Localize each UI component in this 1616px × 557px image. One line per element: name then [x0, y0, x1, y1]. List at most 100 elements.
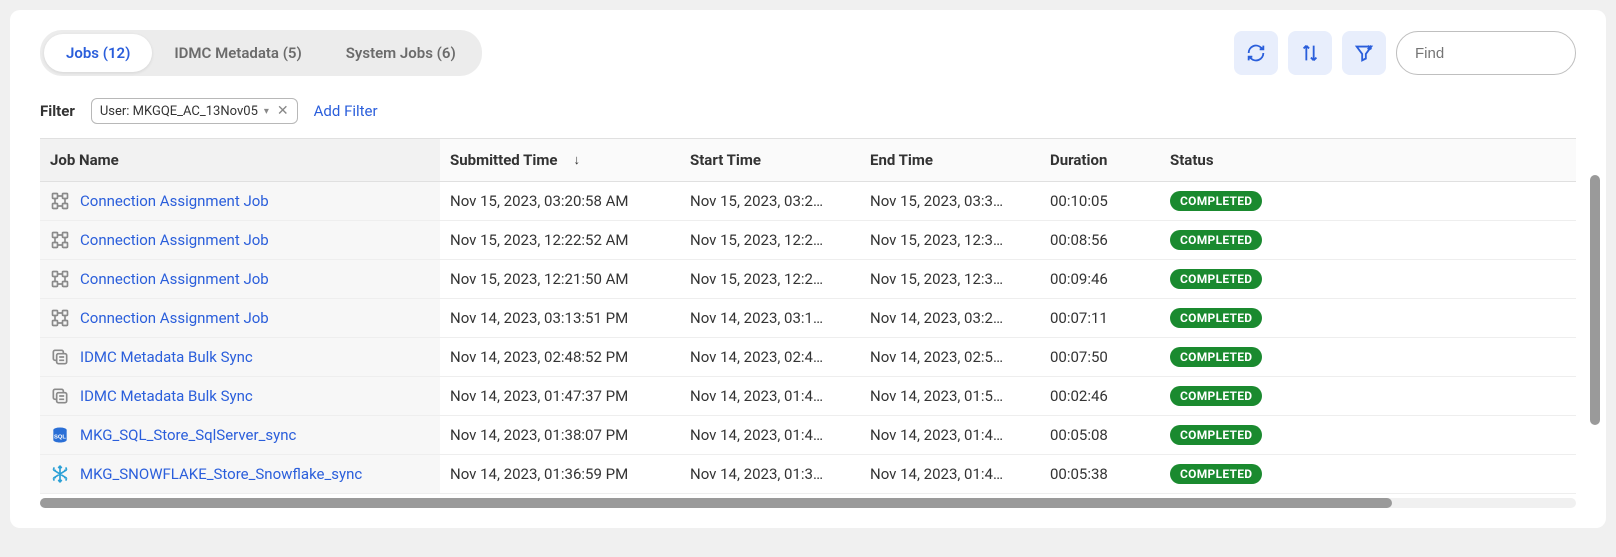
sort-button[interactable] — [1288, 31, 1332, 75]
tab-system-jobs[interactable]: System Jobs (6) — [324, 34, 478, 72]
table-row: Connection Assignment Job Nov 14, 2023, 0… — [40, 299, 1576, 338]
job-type-icon — [50, 269, 70, 289]
status-badge: COMPLETED — [1170, 347, 1262, 367]
cell-start-time: Nov 15, 2023, 12:2… — [680, 222, 860, 258]
cell-end-time: Nov 15, 2023, 03:3… — [860, 183, 1040, 219]
cell-end-time: Nov 14, 2023, 01:4… — [860, 417, 1040, 453]
cell-status: COMPLETED — [1160, 377, 1380, 415]
cell-job-name: IDMC Metadata Bulk Sync — [40, 377, 440, 415]
cell-submitted-time: Nov 15, 2023, 03:20:58 AM — [440, 183, 680, 219]
cell-submitted-time: Nov 14, 2023, 01:47:37 PM — [440, 378, 680, 414]
cell-duration: 00:02:46 — [1040, 378, 1160, 414]
cell-job-name: MKG_SNOWFLAKE_Store_Snowflake_sync — [40, 455, 440, 493]
cell-job-name: Connection Assignment Job — [40, 221, 440, 259]
sort-updown-icon — [1299, 42, 1321, 64]
cell-submitted-time: Nov 14, 2023, 02:48:52 PM — [440, 339, 680, 375]
refresh-icon — [1245, 42, 1267, 64]
col-header-submitted-label: Submitted Time — [450, 151, 557, 169]
cell-start-time: Nov 14, 2023, 03:1… — [680, 300, 860, 336]
jobs-table: Job Name Submitted Time ↓ Start Time End… — [40, 138, 1576, 494]
status-badge: COMPLETED — [1170, 425, 1262, 445]
cell-end-time: Nov 14, 2023, 01:4… — [860, 456, 1040, 492]
table-row: IDMC Metadata Bulk Sync Nov 14, 2023, 01:… — [40, 377, 1576, 416]
refresh-button[interactable] — [1234, 31, 1278, 75]
cell-submitted-time: Nov 14, 2023, 01:36:59 PM — [440, 456, 680, 492]
cell-end-time: Nov 14, 2023, 01:5… — [860, 378, 1040, 414]
job-name-link[interactable]: IDMC Metadata Bulk Sync — [80, 348, 253, 366]
cell-submitted-time: Nov 14, 2023, 03:13:51 PM — [440, 300, 680, 336]
job-type-icon — [50, 191, 70, 211]
tab-jobs[interactable]: Jobs (12) — [44, 34, 152, 72]
col-header-status[interactable]: Status — [1160, 139, 1380, 181]
cell-status: COMPLETED — [1160, 416, 1380, 454]
table-body: Connection Assignment Job Nov 15, 2023, 0… — [40, 182, 1576, 494]
table-row: SQL MKG_SQL_Store_SqlServer_sync Nov 14, 2… — [40, 416, 1576, 455]
job-name-link[interactable]: Connection Assignment Job — [80, 192, 269, 210]
cell-start-time: Nov 15, 2023, 03:2… — [680, 183, 860, 219]
find-input[interactable] — [1396, 31, 1576, 75]
col-header-duration[interactable]: Duration — [1040, 139, 1160, 181]
table-row: Connection Assignment Job Nov 15, 2023, 1… — [40, 221, 1576, 260]
col-header-start-time[interactable]: Start Time — [680, 139, 860, 181]
vertical-scrollbar[interactable] — [1590, 175, 1600, 425]
cell-status: COMPLETED — [1160, 221, 1380, 259]
status-badge: COMPLETED — [1170, 308, 1262, 328]
status-badge: COMPLETED — [1170, 269, 1262, 289]
table-row: MKG_SNOWFLAKE_Store_Snowflake_sync Nov 14… — [40, 455, 1576, 494]
cell-duration: 00:10:05 — [1040, 183, 1160, 219]
cell-start-time: Nov 14, 2023, 01:4… — [680, 417, 860, 453]
filter-chip-text: User: MKGQE_AC_13Nov05 — [100, 104, 258, 119]
cell-job-name: Connection Assignment Job — [40, 299, 440, 337]
cell-status: COMPLETED — [1160, 338, 1380, 376]
horizontal-scrollbar[interactable] — [40, 498, 1576, 508]
cell-submitted-time: Nov 15, 2023, 12:22:52 AM — [440, 222, 680, 258]
cell-duration: 00:05:08 — [1040, 417, 1160, 453]
filter-row: Filter User: MKGQE_AC_13Nov05 ▾ ✕ Add Fi… — [40, 98, 1576, 124]
job-name-link[interactable]: MKG_SQL_Store_SqlServer_sync — [80, 426, 296, 444]
cell-duration: 00:09:46 — [1040, 261, 1160, 297]
col-header-job-name[interactable]: Job Name — [40, 139, 440, 181]
tabs: Jobs (12) IDMC Metadata (5) System Jobs … — [40, 30, 482, 76]
svg-text:SQL: SQL — [54, 434, 66, 440]
col-header-end-time[interactable]: End Time — [860, 139, 1040, 181]
cell-job-name: Connection Assignment Job — [40, 182, 440, 220]
cell-duration: 00:07:50 — [1040, 339, 1160, 375]
cell-submitted-time: Nov 15, 2023, 12:21:50 AM — [440, 261, 680, 297]
job-type-icon: SQL — [50, 425, 70, 445]
job-type-icon — [50, 464, 70, 484]
cell-status: COMPLETED — [1160, 299, 1380, 337]
cell-submitted-time: Nov 14, 2023, 01:38:07 PM — [440, 417, 680, 453]
job-type-icon — [50, 308, 70, 328]
job-name-link[interactable]: IDMC Metadata Bulk Sync — [80, 387, 253, 405]
job-name-link[interactable]: Connection Assignment Job — [80, 231, 269, 249]
tab-idmc-metadata[interactable]: IDMC Metadata (5) — [152, 34, 323, 72]
table-row: Connection Assignment Job Nov 15, 2023, 0… — [40, 182, 1576, 221]
cell-end-time: Nov 14, 2023, 03:2… — [860, 300, 1040, 336]
table-header: Job Name Submitted Time ↓ Start Time End… — [40, 139, 1576, 182]
sort-desc-icon: ↓ — [573, 152, 580, 168]
cell-status: COMPLETED — [1160, 455, 1380, 493]
cell-job-name: SQL MKG_SQL_Store_SqlServer_sync — [40, 416, 440, 454]
filter-chip-user[interactable]: User: MKGQE_AC_13Nov05 ▾ ✕ — [91, 98, 298, 124]
cell-start-time: Nov 14, 2023, 01:3… — [680, 456, 860, 492]
status-badge: COMPLETED — [1170, 464, 1262, 484]
job-name-link[interactable]: Connection Assignment Job — [80, 270, 269, 288]
job-type-icon — [50, 347, 70, 367]
cell-duration: 00:05:38 — [1040, 456, 1160, 492]
add-filter-link[interactable]: Add Filter — [314, 102, 378, 120]
cell-start-time: Nov 14, 2023, 02:4… — [680, 339, 860, 375]
horizontal-scrollbar-thumb[interactable] — [40, 498, 1392, 508]
job-name-link[interactable]: Connection Assignment Job — [80, 309, 269, 327]
clear-filter-button[interactable] — [1342, 31, 1386, 75]
job-type-icon — [50, 386, 70, 406]
filter-label: Filter — [40, 102, 75, 120]
filter-clear-icon — [1353, 42, 1375, 64]
cell-status: COMPLETED — [1160, 260, 1380, 298]
cell-job-name: Connection Assignment Job — [40, 260, 440, 298]
jobs-panel: Jobs (12) IDMC Metadata (5) System Jobs … — [10, 10, 1606, 528]
col-header-submitted-time[interactable]: Submitted Time ↓ — [440, 139, 680, 181]
cell-status: COMPLETED — [1160, 182, 1380, 220]
job-name-link[interactable]: MKG_SNOWFLAKE_Store_Snowflake_sync — [80, 465, 362, 483]
cell-job-name: IDMC Metadata Bulk Sync — [40, 338, 440, 376]
filter-chip-remove[interactable]: ✕ — [275, 103, 289, 119]
